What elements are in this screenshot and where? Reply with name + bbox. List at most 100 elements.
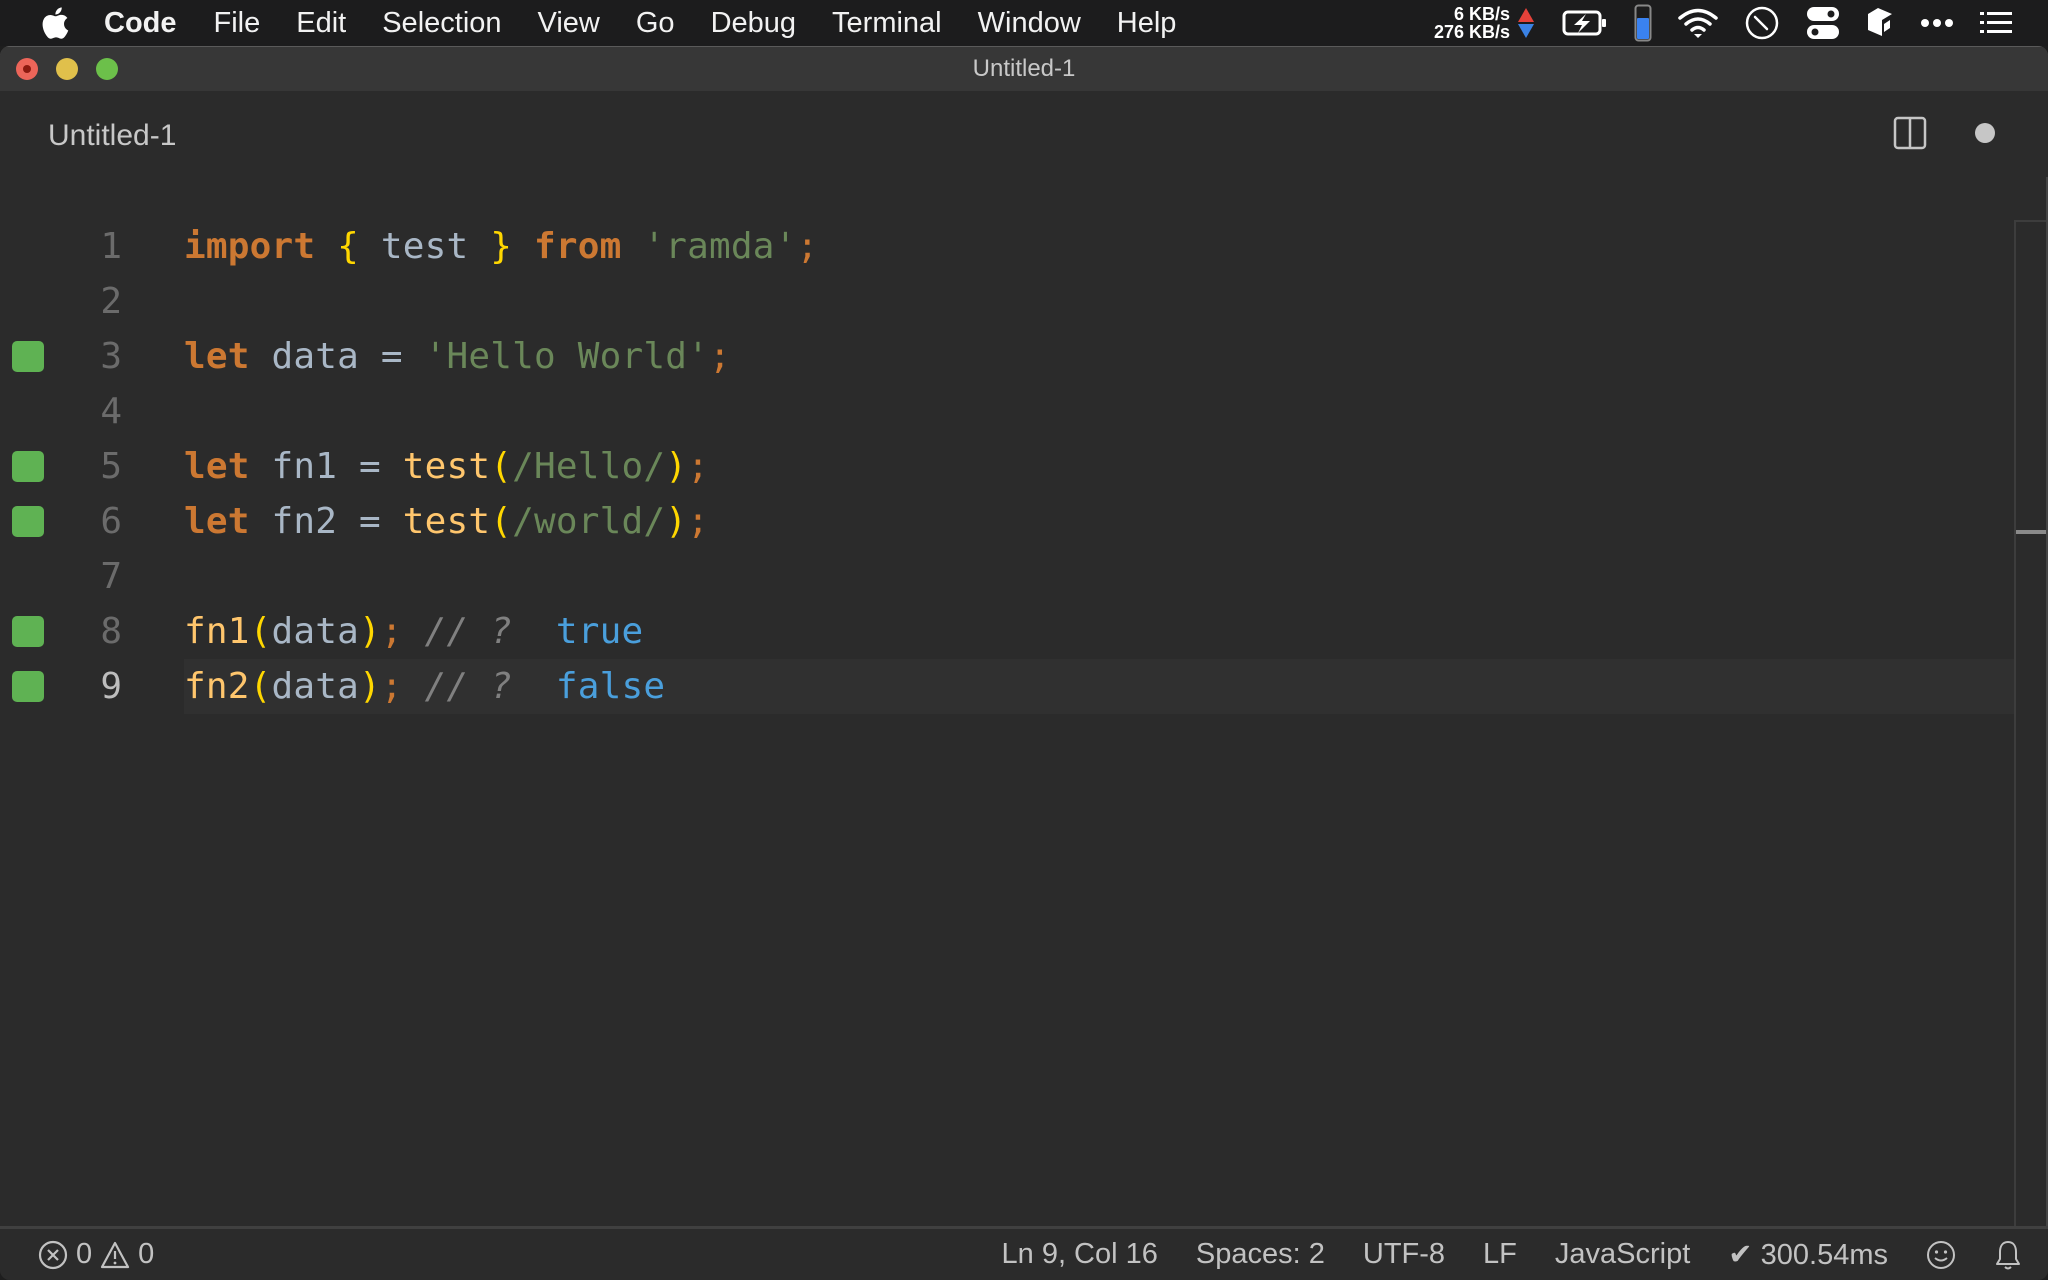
code-token: test xyxy=(359,226,491,267)
code-text[interactable]: let data = 'Hello World'; xyxy=(184,329,2014,384)
feedback-smiley-icon[interactable] xyxy=(1926,1240,1956,1270)
code-line[interactable]: 5 let fn1 = test(/Hello/); xyxy=(0,439,2014,494)
status-bar-right: Ln 9, Col 16 Spaces: 2 UTF-8 LF JavaScri… xyxy=(1002,1229,2048,1280)
code-token: 'ramda' xyxy=(643,226,797,267)
code-line[interactable]: 1 import { test } from 'ramda'; xyxy=(0,219,2014,274)
code-text[interactable] xyxy=(184,274,2014,329)
code-text[interactable] xyxy=(184,384,2014,439)
line-number: 9 xyxy=(100,666,122,707)
window-title: Untitled-1 xyxy=(972,55,1076,82)
menu-app-code[interactable]: Code xyxy=(104,7,177,40)
menu-file[interactable]: File xyxy=(214,7,261,40)
code-token: = xyxy=(380,336,403,377)
code-line[interactable]: 4 xyxy=(0,384,2014,439)
code-token: fn1 xyxy=(249,446,359,487)
cursor-position[interactable]: Ln 9, Col 16 xyxy=(1002,1238,1158,1271)
code-token: = xyxy=(359,446,381,487)
code-editor[interactable]: 1 import { test } from 'ramda'; 2 3 let data… xyxy=(0,177,2048,1269)
battery-charging-icon[interactable] xyxy=(1562,9,1608,37)
menu-bar-status-area: 6 KB/s 276 KB/s xyxy=(1434,0,2048,46)
tab-untitled-1[interactable]: Untitled-1 xyxy=(48,119,176,153)
code-token: import xyxy=(184,226,316,267)
warning-count: 0 xyxy=(138,1238,155,1270)
code-line[interactable]: 9 fn2(data); // ? false xyxy=(0,659,2014,714)
upload-speed: 6 KB/s xyxy=(1453,4,1510,24)
menu-window[interactable]: Window xyxy=(978,7,1081,40)
line-number: 3 xyxy=(100,336,122,377)
code-token: ; xyxy=(380,611,403,652)
code-token: /world/ xyxy=(512,501,666,542)
line-number: 7 xyxy=(100,556,122,597)
code-line[interactable]: 2 xyxy=(0,274,2014,329)
code-line[interactable]: 8 fn1(data); // ? true xyxy=(0,604,2014,659)
language-mode[interactable]: JavaScript xyxy=(1555,1238,1690,1271)
menu-selection[interactable]: Selection xyxy=(382,7,501,40)
clock-icon[interactable] xyxy=(1744,5,1780,41)
end-of-line[interactable]: LF xyxy=(1483,1238,1517,1271)
problems-indicator[interactable]: 0 0 xyxy=(38,1229,154,1280)
code-text[interactable]: fn2(data); // ? false xyxy=(184,659,2014,714)
code-token: ; xyxy=(687,501,709,542)
line-number: 1 xyxy=(100,226,122,267)
code-line[interactable]: 6 let fn2 = test(/world/); xyxy=(0,494,2014,549)
code-token: // ? xyxy=(424,611,513,652)
code-token: ( xyxy=(249,611,272,652)
code-token: data xyxy=(271,666,359,707)
code-token: ( xyxy=(490,501,513,542)
split-editor-button[interactable] xyxy=(1893,116,1927,155)
code-text[interactable]: import { test } from 'ramda'; xyxy=(184,219,2014,274)
file-encoding[interactable]: UTF-8 xyxy=(1363,1238,1445,1271)
overview-ruler[interactable] xyxy=(2014,220,2048,1269)
toggle-icon[interactable] xyxy=(1806,6,1840,40)
download-speed: 276 KB/s xyxy=(1433,22,1510,42)
coverage-marker-icon xyxy=(12,451,44,482)
code-token: /Hello/ xyxy=(512,446,666,487)
menu-debug[interactable]: Debug xyxy=(711,7,796,40)
menu-edit[interactable]: Edit xyxy=(296,7,346,40)
more-icon[interactable] xyxy=(1920,18,1954,28)
code-text[interactable]: fn1(data); // ? true xyxy=(184,604,2014,659)
error-count: 0 xyxy=(76,1238,93,1270)
code-line[interactable]: 7 xyxy=(0,549,2014,604)
code-token: ( xyxy=(490,446,513,487)
code-token: fn1 xyxy=(184,611,250,652)
memory-gauge-icon[interactable] xyxy=(1634,4,1652,42)
wifi-icon[interactable] xyxy=(1678,7,1718,39)
code-line[interactable]: 3 let data = 'Hello World'; xyxy=(0,329,2014,384)
overview-ruler-cursor-marker xyxy=(2016,530,2048,534)
app-cube-icon[interactable] xyxy=(1866,6,1894,40)
menu-view[interactable]: View xyxy=(538,7,600,40)
vscode-window: Untitled-1 Untitled-1 1 import { test } f… xyxy=(0,46,2048,1280)
code-token: let xyxy=(184,336,250,377)
title-bar[interactable]: Untitled-1 xyxy=(0,46,2048,91)
code-token: ; xyxy=(709,336,731,377)
menu-terminal[interactable]: Terminal xyxy=(832,7,942,40)
menu-help[interactable]: Help xyxy=(1117,7,1177,40)
code-text[interactable]: let fn2 = test(/world/); xyxy=(184,494,2014,549)
code-token: fn2 xyxy=(249,501,359,542)
status-bar: 0 0 Ln 9, Col 16 Spaces: 2 UTF-8 LF Java… xyxy=(0,1226,2048,1280)
indentation[interactable]: Spaces: 2 xyxy=(1196,1238,1325,1271)
code-token: data xyxy=(271,611,359,652)
list-icon[interactable] xyxy=(1980,12,2012,34)
code-token: ) xyxy=(359,666,381,707)
notifications-bell-icon[interactable] xyxy=(1994,1239,2022,1271)
line-number: 5 xyxy=(100,446,122,487)
code-text[interactable] xyxy=(184,549,2014,604)
quokka-timing[interactable]: ✔ 300.54ms xyxy=(1728,1237,1888,1272)
code-token: ) xyxy=(359,611,381,652)
unsaved-changes-dot-icon[interactable] xyxy=(1975,123,1995,143)
code-text[interactable]: let fn1 = test(/Hello/); xyxy=(184,439,2014,494)
network-speed[interactable]: 6 KB/s 276 KB/s xyxy=(1434,5,1510,41)
code-token: 'Hello World' xyxy=(424,336,709,377)
menu-go[interactable]: Go xyxy=(636,7,675,40)
code-token: test xyxy=(402,501,491,542)
coverage-marker-icon xyxy=(12,341,44,372)
apple-menu-icon[interactable] xyxy=(40,6,70,40)
